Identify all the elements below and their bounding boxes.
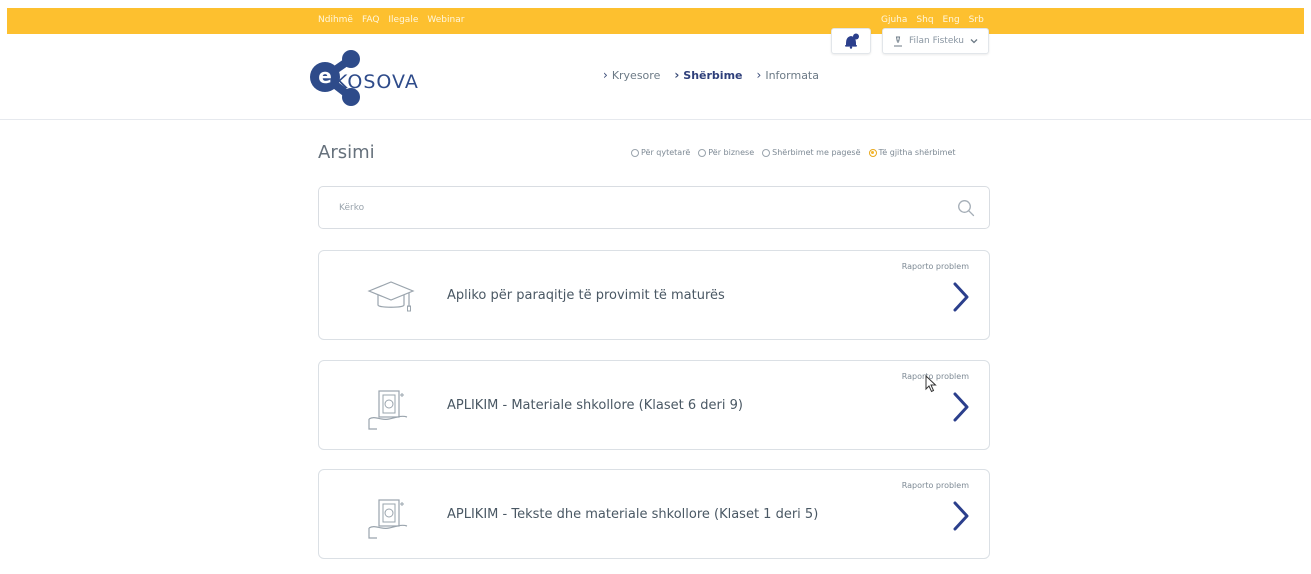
nav-label: Shërbime	[683, 68, 743, 82]
filter-all-services[interactable]: Të gjitha shërbimet	[868, 148, 956, 157]
report-problem-link[interactable]: Raporto problem	[902, 262, 969, 271]
language-links: Gjuha Shq Eng Srb	[881, 15, 984, 25]
bell-icon	[845, 33, 859, 49]
faq-link[interactable]: FAQ	[362, 15, 379, 25]
radio-icon	[631, 148, 639, 157]
ekosova-logo[interactable]: e KOSOVA	[309, 45, 429, 107]
top-links: Ndihmë FAQ Ilegale Webinar	[318, 15, 464, 25]
radio-icon	[698, 148, 707, 157]
nav-label: Informata	[765, 68, 819, 82]
svg-text:e: e	[318, 64, 332, 88]
chevron-right-icon: ›	[603, 68, 608, 82]
webinar-link[interactable]: Webinar	[427, 15, 464, 25]
legal-link[interactable]: Ilegale	[388, 15, 418, 25]
top-bar: Ndihmë FAQ Ilegale Webinar Gjuha Shq Eng…	[7, 8, 1304, 34]
search-input[interactable]	[339, 200, 939, 216]
filter-label: Shërbimet me pagesë	[772, 148, 861, 157]
user-menu-button[interactable]: Filan Fisteku	[882, 28, 989, 54]
chevron-right-icon[interactable]	[951, 500, 971, 532]
chevron-right-icon[interactable]	[951, 391, 971, 423]
site-header: e KOSOVA › Kryesore › Shërbime › Informa…	[0, 34, 1311, 120]
mouse-cursor-icon	[925, 375, 937, 393]
search-box	[318, 186, 990, 229]
search-icon[interactable]	[957, 199, 975, 217]
service-card[interactable]: APLIKIM - Tekste dhe materiale shkollore…	[318, 469, 990, 559]
filter-label: Të gjitha shërbimet	[878, 148, 956, 157]
filter-citizens[interactable]: Për qytetarë	[631, 148, 690, 157]
school-materials-icon	[368, 499, 408, 539]
radio-selected-icon	[868, 148, 877, 157]
service-title: APLIKIM - Tekste dhe materiale shkollore…	[447, 507, 819, 522]
nav-item-info[interactable]: › Informata	[757, 68, 819, 82]
lang-srb-link[interactable]: Srb	[969, 15, 984, 25]
service-card[interactable]: Apliko për paraqitje të provimit të matu…	[318, 250, 990, 340]
filter-paid-services[interactable]: Shërbimet me pagesë	[762, 148, 861, 157]
service-title: APLIKIM - Materiale shkollore (Klaset 6 …	[447, 398, 743, 413]
logo-text: KOSOVA	[335, 71, 419, 93]
filter-label: Për biznese	[708, 148, 755, 157]
service-title: Apliko për paraqitje të provimit të matu…	[447, 288, 725, 303]
nav-item-home[interactable]: › Kryesore	[603, 68, 660, 82]
main-nav: › Kryesore › Shërbime › Informata	[603, 68, 819, 82]
chevron-right-icon: ›	[756, 68, 762, 82]
lang-shq-link[interactable]: Shq	[916, 15, 933, 25]
page-title: Arsimi	[318, 142, 375, 163]
school-materials-icon	[368, 390, 408, 430]
filter-business[interactable]: Për biznese	[698, 148, 754, 157]
report-problem-link[interactable]: Raporto problem	[902, 481, 969, 490]
language-label: Gjuha	[881, 15, 908, 25]
chevron-right-icon: ›	[674, 68, 680, 82]
nav-label: Kryesore	[611, 68, 661, 82]
chevron-right-icon[interactable]	[951, 281, 971, 313]
nav-item-services[interactable]: › Shërbime	[674, 68, 742, 82]
help-link[interactable]: Ndihmë	[318, 15, 353, 25]
user-icon	[893, 36, 902, 46]
graduation-cap-icon	[367, 281, 415, 312]
service-card[interactable]: APLIKIM - Materiale shkollore (Klaset 6 …	[318, 360, 990, 450]
user-name: Filan Fisteku	[908, 36, 965, 46]
radio-icon	[762, 148, 771, 157]
lang-eng-link[interactable]: Eng	[943, 15, 960, 25]
service-filter: Për qytetarë Për biznese Shërbimet me pa…	[631, 148, 956, 157]
notifications-button[interactable]	[831, 28, 871, 54]
filter-label: Për qytetarë	[641, 148, 691, 157]
chevron-down-icon	[970, 39, 978, 44]
